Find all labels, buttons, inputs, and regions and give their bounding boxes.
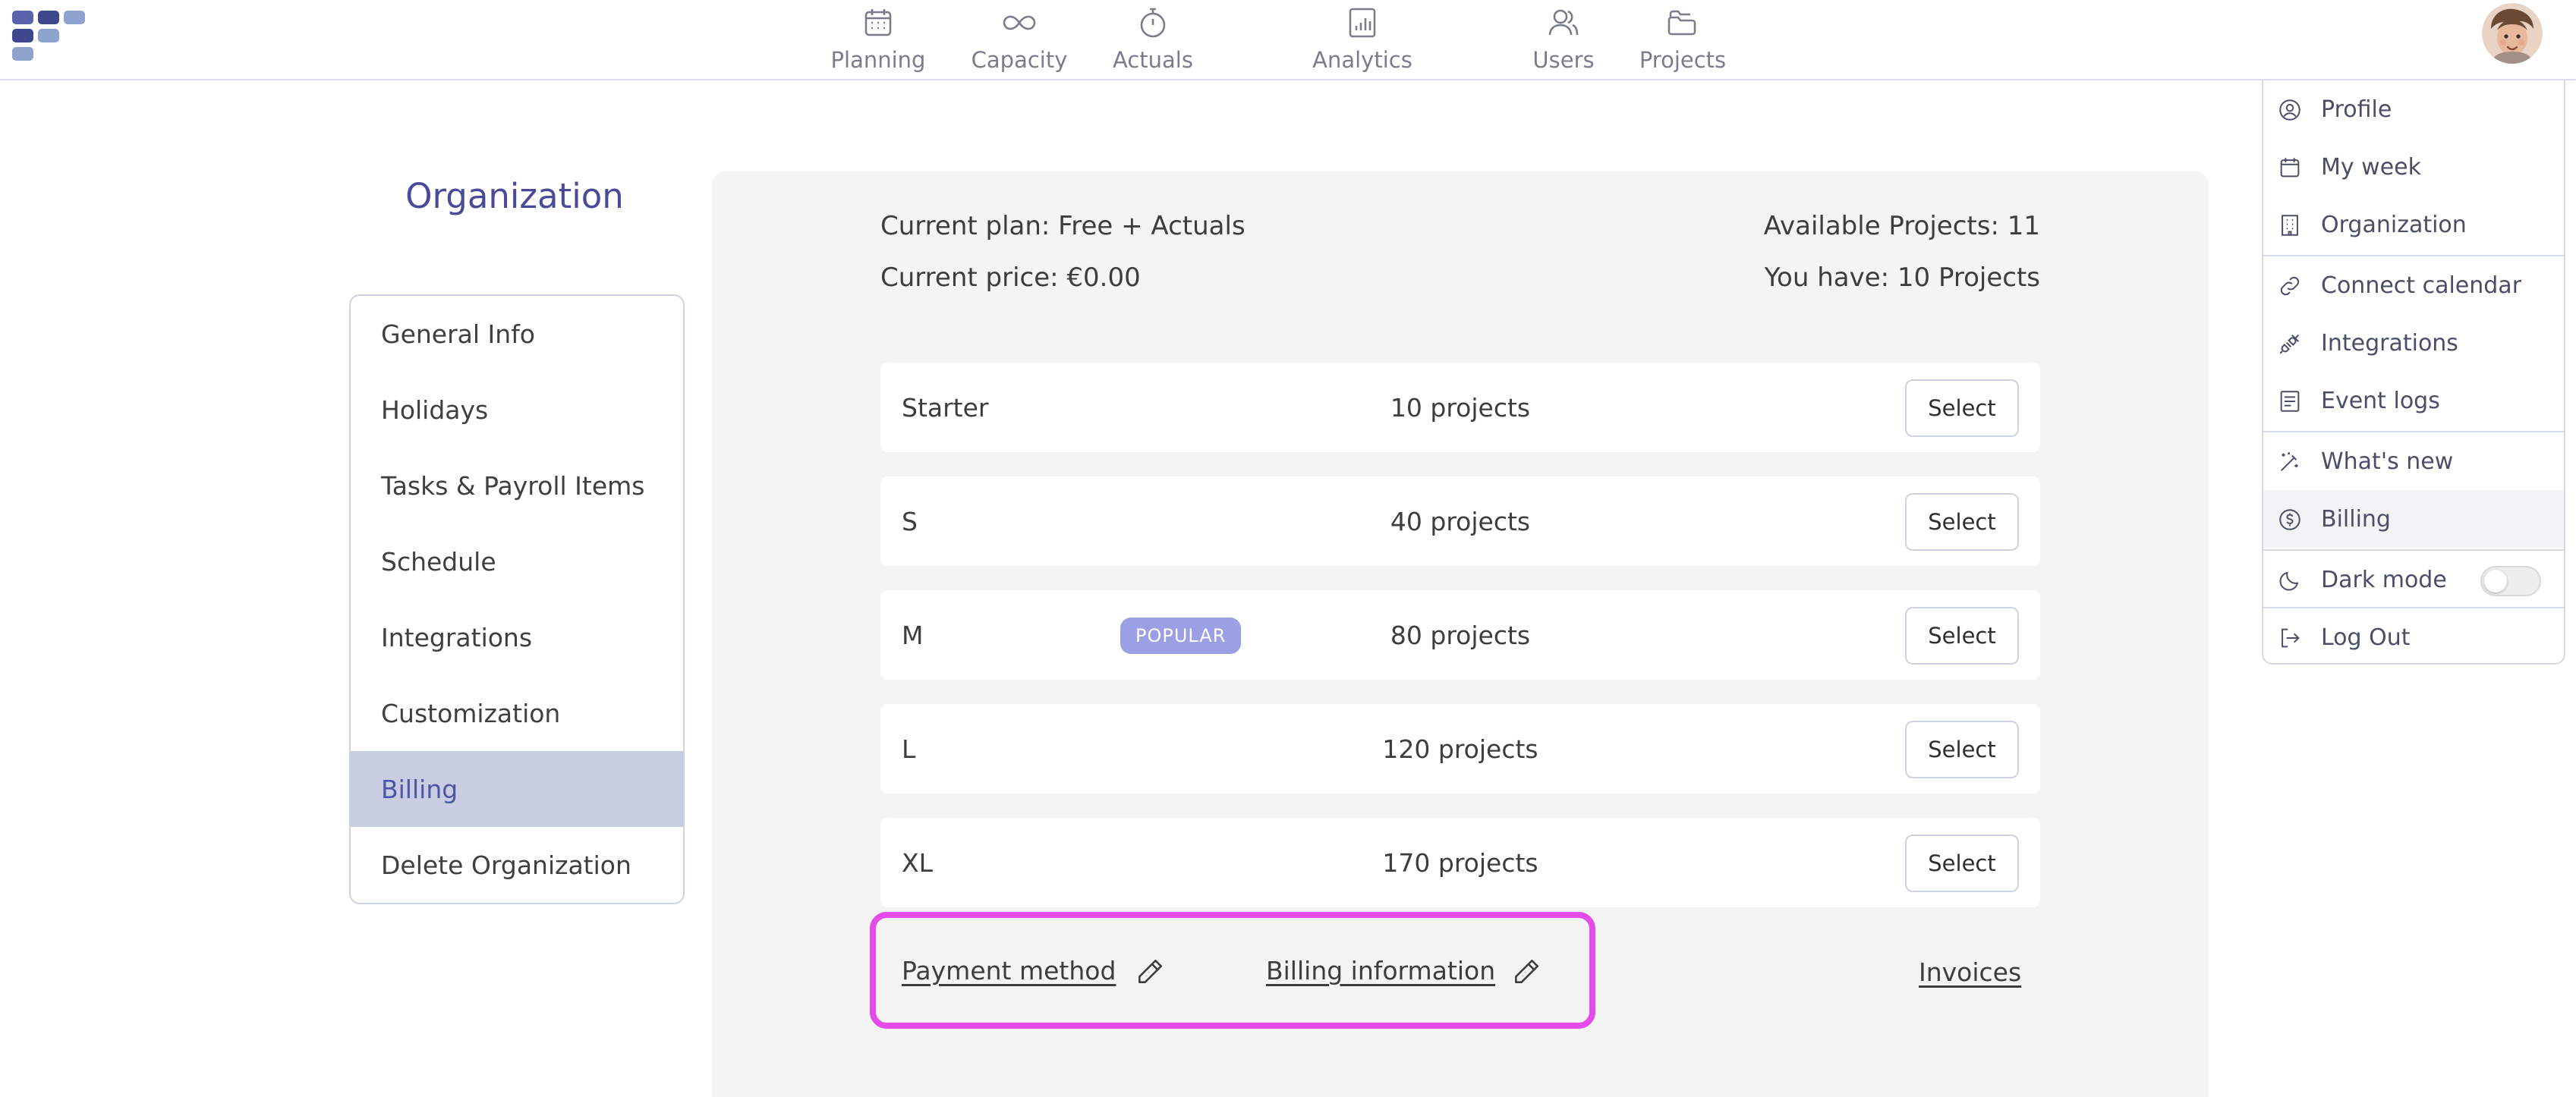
plan-name: XL	[902, 847, 933, 878]
plan-projects: 80 projects	[1390, 620, 1531, 650]
menu-item-label: Dark mode	[2321, 566, 2447, 593]
menu-item-connect-calendar[interactable]: Connect calendar	[2263, 256, 2564, 314]
plug-icon	[2279, 334, 2300, 354]
payment-method-link[interactable]: Payment method	[902, 956, 1116, 985]
users-icon	[1548, 9, 1579, 36]
avatar-face-icon	[2482, 3, 2543, 64]
log-icon	[2280, 391, 2300, 412]
plan-name: L	[902, 734, 916, 764]
menu-item-dark-mode[interactable]: Dark mode	[2263, 551, 2564, 608]
edit-billing-information-pencil-icon[interactable]	[1510, 954, 1544, 988]
nav-label: Planning	[830, 47, 926, 73]
org-menu-holidays[interactable]: Holidays	[351, 372, 683, 448]
current-price-text: Current price: €0.00	[880, 262, 1141, 293]
plan-name: Starter	[902, 392, 989, 423]
magic-wand-icon	[2280, 452, 2298, 472]
plan-row-xl: XL 170 projects Select	[880, 818, 2040, 907]
org-menu-billing[interactable]: Billing	[351, 751, 683, 827]
page-title: Organization	[405, 176, 624, 216]
logout-icon	[2282, 628, 2300, 648]
billing-information-link[interactable]: Billing information	[1266, 956, 1495, 985]
menu-item-profile[interactable]: Profile	[2263, 80, 2564, 138]
infinity-icon	[1003, 15, 1036, 30]
current-plan-text: Current plan: Free + Actuals	[880, 211, 1245, 241]
org-menu-tasks-payroll[interactable]: Tasks & Payroll Items	[351, 448, 683, 523]
select-plan-button[interactable]: Select	[1905, 721, 2019, 778]
user-circle-icon	[2279, 99, 2300, 121]
menu-item-whats-new[interactable]: What's new	[2263, 432, 2564, 490]
popular-badge: POPULAR	[1120, 618, 1242, 654]
toggle-knob	[2484, 570, 2507, 593]
calendar-icon	[864, 9, 892, 36]
user-avatar[interactable]	[2482, 3, 2543, 64]
nav-planning[interactable]: Planning	[829, 5, 927, 76]
menu-item-label: Connect calendar	[2321, 272, 2522, 299]
menu-item-label: Log Out	[2321, 624, 2411, 651]
plan-projects: 120 projects	[1382, 734, 1538, 764]
dark-mode-toggle[interactable]	[2480, 566, 2541, 596]
top-navigation-bar: Planning Capacity Actuals Analytics User…	[0, 0, 2576, 80]
plan-projects: 10 projects	[1390, 392, 1531, 423]
nav-label: Analytics	[1312, 47, 1412, 73]
menu-item-label: What's new	[2321, 448, 2454, 475]
stopwatch-icon	[1140, 8, 1166, 38]
nav-capacity[interactable]: Capacity	[972, 5, 1067, 76]
select-plan-button[interactable]: Select	[1905, 607, 2019, 665]
nav-projects[interactable]: Projects	[1636, 5, 1729, 76]
nav-label: Projects	[1639, 47, 1727, 73]
select-plan-button[interactable]: Select	[1905, 379, 2019, 437]
plan-name: M	[902, 620, 924, 650]
building-icon	[2282, 215, 2298, 236]
select-plan-button[interactable]: Select	[1905, 835, 2019, 892]
menu-item-log-out[interactable]: Log Out	[2263, 608, 2564, 666]
org-menu-general-info[interactable]: General Info	[351, 296, 683, 372]
nav-label: Actuals	[1113, 47, 1193, 73]
plan-projects: 170 projects	[1382, 847, 1538, 878]
nav-users[interactable]: Users	[1527, 5, 1600, 76]
app-logo-icon[interactable]	[12, 11, 90, 61]
nav-actuals[interactable]: Actuals	[1111, 5, 1195, 76]
plan-row-starter: Starter 10 projects Select	[880, 363, 2040, 452]
org-menu-delete-organization[interactable]: Delete Organization	[351, 827, 683, 903]
plan-row-l: L 120 projects Select	[880, 704, 2040, 794]
nav-analytics[interactable]: Analytics	[1312, 5, 1413, 76]
org-menu-schedule[interactable]: Schedule	[351, 523, 683, 599]
nav-label: Capacity	[971, 47, 1068, 73]
menu-item-label: Profile	[2321, 96, 2392, 123]
menu-item-label: My week	[2321, 153, 2421, 181]
menu-item-billing[interactable]: Billing	[2263, 490, 2564, 548]
plan-row-m: M POPULAR 80 projects Select	[880, 590, 2040, 680]
calendar-icon	[2280, 158, 2300, 178]
plan-row-s: S 40 projects Select	[880, 476, 2040, 566]
org-menu-customization[interactable]: Customization	[351, 675, 683, 751]
edit-payment-method-pencil-icon[interactable]	[1134, 954, 1167, 988]
menu-item-organization[interactable]: Organization	[2263, 196, 2564, 253]
invoices-link[interactable]: Invoices	[1919, 957, 2021, 987]
menu-item-label: Billing	[2321, 505, 2391, 533]
menu-item-my-week[interactable]: My week	[2263, 138, 2564, 196]
you-have-projects-text: You have: 10 Projects	[1764, 262, 2040, 293]
available-projects-text: Available Projects: 11	[1763, 211, 2040, 241]
folders-icon	[1667, 10, 1696, 36]
menu-item-integrations[interactable]: Integrations	[2263, 314, 2564, 372]
plan-projects: 40 projects	[1390, 506, 1531, 536]
organization-menu: General Info Holidays Tasks & Payroll It…	[349, 294, 685, 904]
nav-label: Users	[1532, 47, 1595, 73]
bar-chart-icon	[1349, 8, 1376, 38]
org-menu-integrations[interactable]: Integrations	[351, 599, 683, 675]
menu-item-event-logs[interactable]: Event logs	[2263, 372, 2564, 429]
menu-item-label: Organization	[2321, 211, 2467, 238]
dollar-circle-icon	[2279, 509, 2300, 530]
moon-icon	[2279, 571, 2299, 591]
link-icon	[2280, 276, 2300, 296]
menu-item-label: Integrations	[2321, 329, 2458, 357]
menu-item-label: Event logs	[2321, 387, 2440, 414]
select-plan-button[interactable]: Select	[1905, 493, 2019, 551]
plan-name: S	[902, 506, 918, 536]
user-dropdown-menu: Profile My week Organization Connect cal…	[2262, 80, 2565, 665]
